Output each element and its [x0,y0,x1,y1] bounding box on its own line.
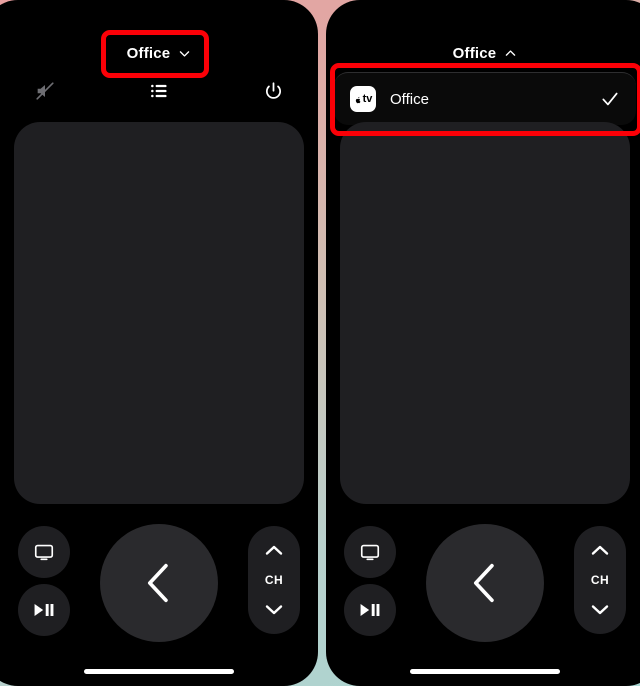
phone-screenshot-right: Office tv Office CH [326,0,640,686]
tv-icon [33,541,55,563]
chevron-down-icon [178,47,191,60]
back-button[interactable] [100,524,218,642]
speaker-mute-icon [34,80,56,102]
chevron-left-icon [140,560,178,606]
room-picker-button[interactable]: Office [127,45,192,62]
left-button-column [18,526,70,636]
channel-rocker: CH [248,526,300,634]
home-indicator [84,669,234,674]
phone-screenshot-left: Office CH [0,0,318,686]
play-pause-icon [32,600,56,620]
channel-down-button[interactable] [590,603,610,616]
tv-icon [359,541,381,563]
channel-rocker: CH [574,526,626,634]
channel-up-button[interactable] [264,544,284,557]
channel-label: CH [590,573,610,587]
right-controls: CH [326,520,640,642]
room-picker-button[interactable]: Office [453,45,518,62]
device-name-label: Office [390,90,429,108]
list-icon [149,81,169,101]
left-toolbar [0,72,318,110]
chevron-left-icon [466,560,504,606]
back-button[interactable] [426,524,544,642]
chevron-up-icon [504,47,517,60]
touch-surface[interactable] [14,122,304,504]
play-pause-icon [358,600,382,620]
apple-tv-icon: tv [350,86,376,112]
room-name-label: Office [126,44,171,62]
screenshot-pair: Office CH Office tv Office CH [0,0,640,686]
right-header: Office [326,36,640,70]
panel-gap [318,0,322,686]
checkmark-icon [600,89,620,109]
menu-list-button[interactable] [144,76,174,106]
device-list-item-office[interactable]: tv Office [334,73,636,125]
room-name-label: Office [452,44,497,62]
play-pause-button[interactable] [18,584,70,636]
play-pause-button[interactable] [344,584,396,636]
channel-down-button[interactable] [264,603,284,616]
tv-button[interactable] [344,526,396,578]
tv-button[interactable] [18,526,70,578]
touch-surface[interactable] [340,122,630,504]
left-header: Office [0,36,318,70]
power-button[interactable] [258,76,288,106]
channel-label: CH [264,573,284,587]
mute-button[interactable] [30,76,60,106]
power-icon [263,81,284,102]
channel-up-button[interactable] [590,544,610,557]
home-indicator [410,669,560,674]
left-controls: CH [0,520,318,642]
device-dropdown: tv Office [334,72,636,125]
left-button-column [344,526,396,636]
